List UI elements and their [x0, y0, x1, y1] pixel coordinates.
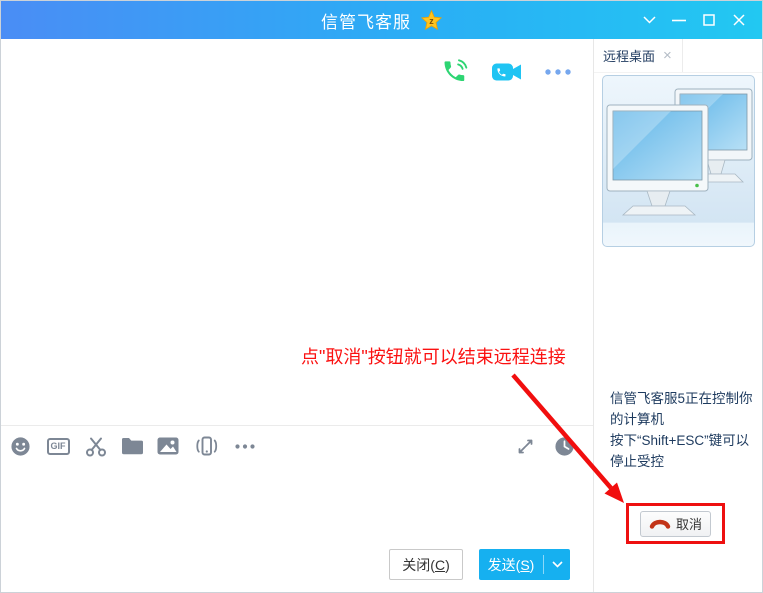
cancel-remote-button[interactable]: 取消 [640, 511, 711, 537]
vip-star-icon: z [421, 10, 442, 31]
gif-icon-label: GIF [47, 438, 70, 455]
voice-call-icon[interactable] [441, 58, 468, 85]
maximize-icon[interactable] [694, 1, 724, 39]
close-icon[interactable] [724, 1, 754, 39]
remote-control-status-text: 信管飞客服5正在控制你的计算机 按下“Shift+ESC”键可以停止受控 [610, 388, 762, 472]
remote-desktop-panel: 远程桌面 × [593, 39, 762, 592]
chevron-down-icon[interactable] [634, 1, 664, 39]
chat-area: 点"取消"按钮就可以结束远程连接 GIF [1, 39, 593, 592]
gif-icon[interactable]: GIF [45, 435, 71, 457]
screenshot-scissors-icon[interactable] [85, 435, 107, 457]
minimize-icon[interactable] [664, 1, 694, 39]
close-button-label: 关闭( [402, 555, 435, 575]
video-call-icon[interactable] [491, 61, 522, 83]
remote-desktop-illustration [602, 75, 755, 247]
cancel-button-label: 取消 [676, 514, 702, 533]
hangup-phone-icon [649, 518, 671, 529]
app-title: 信管飞客服 [321, 8, 411, 33]
emoji-icon[interactable] [9, 435, 31, 457]
message-history-clock-icon[interactable] [553, 435, 575, 457]
toolbar-right-icons [514, 435, 575, 457]
tab-remote-desktop-label: 远程桌面 [603, 46, 655, 65]
send-dropdown-chevron-icon[interactable] [544, 549, 570, 580]
message-toolbar: GIF [1, 425, 593, 466]
close-button-label-suffix: ) [445, 557, 450, 573]
shake-window-icon[interactable] [193, 435, 220, 457]
tab-remote-desktop[interactable]: 远程桌面 × [594, 39, 683, 72]
titlebar: 信管飞客服 z [1, 1, 762, 39]
vip-star-letter: z [429, 15, 434, 25]
panel-tab-row: 远程桌面 × [594, 39, 762, 73]
window-controls [634, 1, 754, 39]
send-button-label-suffix: ) [530, 557, 535, 573]
close-button-accesskey: C [435, 557, 445, 573]
close-button[interactable]: 关闭(C) [389, 549, 463, 580]
tab-close-icon[interactable]: × [663, 48, 672, 63]
file-folder-icon[interactable] [121, 435, 143, 457]
send-button-accesskey: S [520, 557, 529, 573]
toolbar-left-icons: GIF [9, 435, 256, 457]
more-options-icon[interactable] [545, 61, 571, 83]
send-button-label: 发送( [488, 555, 521, 575]
toolbar-more-icon[interactable] [234, 435, 256, 457]
front-monitor [607, 105, 708, 215]
send-button-main[interactable]: 发送(S) [479, 549, 543, 580]
image-icon[interactable] [157, 435, 179, 457]
tutorial-annotation-text: 点"取消"按钮就可以结束远程连接 [301, 343, 566, 369]
tutorial-highlight-box: 取消 [626, 503, 725, 544]
expand-input-icon[interactable] [514, 435, 536, 457]
send-button[interactable]: 发送(S) [479, 549, 570, 580]
app-window: 信管飞客服 z [0, 0, 763, 593]
call-actions [441, 58, 571, 85]
